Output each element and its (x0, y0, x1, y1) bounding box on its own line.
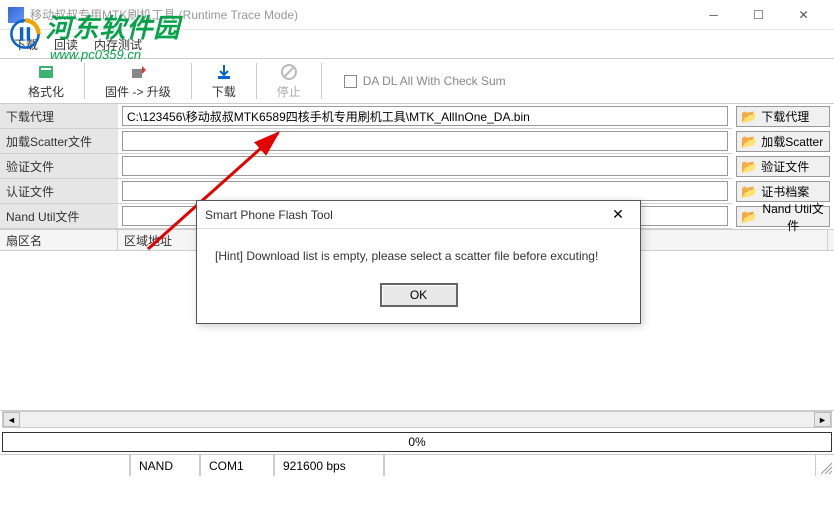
firmware-icon (129, 63, 147, 81)
titlebar: 移动叔叔专用MTK刷机工具 (Runtime Trace Mode) ─ ☐ ✕ (0, 0, 834, 30)
dialog-title: Smart Phone Flash Tool (205, 208, 604, 222)
tab-readback[interactable]: 回读 (48, 34, 84, 55)
folder-icon: 📂 (741, 134, 757, 150)
folder-icon: 📂 (741, 159, 757, 175)
folder-icon: 📂 (741, 109, 757, 125)
nand-browse-button[interactable]: 📂Nand Util文件 (736, 206, 830, 227)
folder-icon: 📂 (741, 209, 757, 225)
checksum-checkbox[interactable]: DA DL All With Check Sum (344, 74, 506, 88)
format-button[interactable]: 格式化 (10, 61, 82, 102)
scroll-right-icon[interactable]: ► (814, 412, 831, 427)
scatter-input[interactable] (122, 131, 728, 151)
tab-download[interactable]: 下载 (8, 34, 44, 55)
toolbar: 格式化 固件 -> 升级 下载 停止 DA DL All With Check … (0, 58, 834, 104)
progress-bar: 0% (2, 432, 832, 452)
stop-icon (280, 63, 298, 81)
maximize-button[interactable]: ☐ (736, 1, 781, 29)
folder-icon: 📂 (741, 184, 757, 200)
dialog-ok-button[interactable]: OK (380, 283, 458, 307)
menubar: 下载 回读 内存测试 (0, 30, 834, 54)
status-rest (384, 455, 816, 476)
download-icon (215, 63, 233, 81)
verify-browse-button[interactable]: 📂验证文件 (736, 156, 830, 177)
dialog-close-button[interactable]: ✕ (604, 203, 632, 227)
verify-input[interactable] (122, 156, 728, 176)
col-sector-name[interactable]: 扇区名 (0, 230, 118, 250)
checksum-label: DA DL All With Check Sum (363, 74, 506, 88)
alert-dialog: Smart Phone Flash Tool ✕ [Hint] Download… (196, 200, 641, 324)
label-scatter: 加载Scatter文件 (0, 133, 92, 150)
scatter-browse-button[interactable]: 📂加载Scatter (736, 131, 830, 152)
label-agent: 下载代理 (0, 108, 54, 125)
resize-grip-icon[interactable] (816, 455, 834, 476)
agent-browse-button[interactable]: 📂下载代理 (736, 106, 830, 127)
status-com: COM1 (200, 455, 274, 476)
status-baud: 921600 bps (274, 455, 384, 476)
label-auth: 认证文件 (0, 183, 54, 200)
progress-text: 0% (408, 435, 425, 449)
horizontal-scrollbar[interactable]: ◄ ► (2, 411, 832, 428)
agent-input[interactable] (122, 106, 728, 126)
scroll-left-icon[interactable]: ◄ (3, 412, 20, 427)
dialog-message: [Hint] Download list is empty, please se… (215, 249, 622, 263)
status-cell-1 (0, 455, 130, 476)
label-verify: 验证文件 (0, 158, 54, 175)
download-button[interactable]: 下载 (194, 61, 254, 102)
minimize-button[interactable]: ─ (691, 1, 736, 29)
auth-input[interactable] (122, 181, 728, 201)
format-icon (37, 63, 55, 81)
firmware-upgrade-button[interactable]: 固件 -> 升级 (87, 61, 189, 102)
checkbox-icon (344, 75, 357, 88)
stop-button: 停止 (259, 61, 319, 102)
close-button[interactable]: ✕ (781, 1, 826, 29)
status-nand: NAND (130, 455, 200, 476)
label-nand: Nand Util文件 (0, 208, 79, 225)
statusbar: NAND COM1 921600 bps (0, 454, 834, 476)
tab-memtest[interactable]: 内存测试 (88, 34, 148, 55)
window-title: 移动叔叔专用MTK刷机工具 (Runtime Trace Mode) (30, 6, 691, 23)
app-icon (8, 7, 24, 23)
